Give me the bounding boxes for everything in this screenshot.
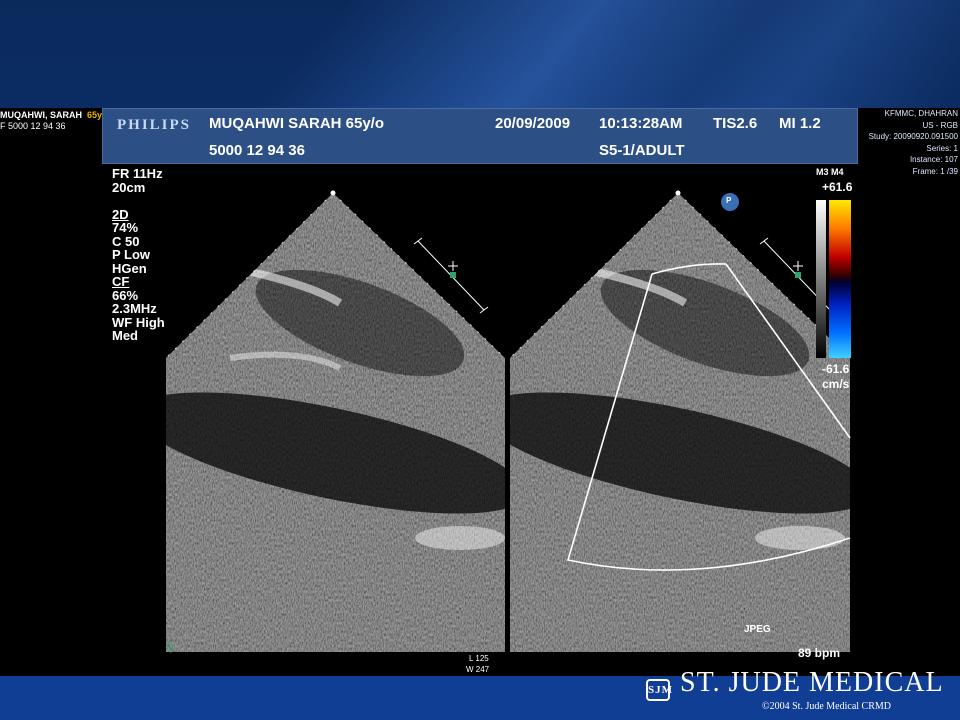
logo-text: ST. JUDE MEDICAL bbox=[680, 667, 944, 698]
param-power: P Low bbox=[112, 247, 151, 262]
philips-logo: PHILIPS bbox=[117, 117, 192, 133]
overlay-right-line: Instance: 107 bbox=[909, 155, 958, 164]
param-harmonic: HGen bbox=[112, 260, 147, 276]
sector-apex-marker bbox=[330, 190, 336, 196]
param-cf-gain: 66% bbox=[112, 287, 139, 303]
header-time: 10:13:28AM bbox=[599, 115, 683, 132]
overlay-right-line: Study: 20090920.091500 bbox=[868, 132, 958, 141]
exam-header-bar: PHILIPS MUQAHWI SARAH 65y/o 20/09/2009 1… bbox=[102, 108, 858, 164]
header-patient-id: 5000 12 94 36 bbox=[209, 142, 305, 159]
param-spacer bbox=[112, 194, 165, 208]
p-marker-label: P bbox=[726, 196, 732, 205]
imaging-parameters: FR 11Hz 20cm 2D 74% C 50 P Low HGen CF 6… bbox=[112, 167, 165, 343]
header-patient: MUQAHWI SARAH 65y/o bbox=[209, 115, 385, 132]
sjm-logo-icon: SJM bbox=[646, 679, 672, 701]
overlay-left: MUQAHWI, SARAH 65y/o F 5000 12 94 36 bbox=[0, 110, 110, 132]
color-scale-max: +61.6 bbox=[822, 180, 853, 194]
param-wall-filter-level: Med bbox=[112, 328, 138, 343]
left-sector bbox=[166, 193, 505, 652]
color-velocity-scale bbox=[816, 200, 851, 358]
color-scale-mode: M3 M4 bbox=[816, 167, 844, 177]
heart-rate: 89 bpm bbox=[798, 646, 841, 660]
param-compression: C 50 bbox=[112, 233, 140, 249]
header-mi: MI 1.2 bbox=[779, 115, 821, 132]
param-wall-filter: WF High bbox=[112, 314, 165, 330]
window-width: W 247 bbox=[466, 665, 490, 674]
color-scale-min: -61.6 bbox=[822, 362, 850, 376]
overlay-patient-id: F 5000 12 94 36 bbox=[0, 121, 66, 131]
overlay-right-line: Series: 1 bbox=[926, 143, 958, 153]
header-tis: TIS2.6 bbox=[713, 115, 758, 132]
copyright-text: ©2004 St. Jude Medical CRMD bbox=[762, 701, 891, 712]
header-date: 20/09/2009 bbox=[495, 115, 571, 132]
color-scale-unit: cm/s bbox=[822, 377, 850, 391]
param-frequency: 2.3MHz bbox=[112, 301, 157, 316]
window-level: L 125 bbox=[469, 654, 489, 663]
sector-apex-marker bbox=[675, 190, 681, 196]
st-jude-logo: SJM ST. JUDE MEDICAL bbox=[646, 667, 944, 701]
overlay-right-line: KFMMC, DHAHRAN bbox=[884, 109, 958, 118]
param-cf-heading: CF bbox=[112, 274, 130, 289]
overlay-patient-name: MUQAHWI, SARAH bbox=[0, 110, 82, 120]
overlay-right-line: US - RGB bbox=[922, 120, 958, 130]
header-probe: S5-1/ADULT bbox=[599, 142, 685, 159]
overlay-right: KFMMC, DHAHRAN US - RGB Study: 20090920.… bbox=[869, 108, 958, 177]
param-depth: 20cm bbox=[112, 179, 146, 195]
jpeg-label: JPEG bbox=[744, 624, 771, 635]
param-frame-rate: FR 11Hz bbox=[112, 166, 163, 181]
param-2d-heading: 2D bbox=[112, 206, 129, 222]
overlay-right-line: Frame: 1 /39 bbox=[912, 166, 958, 176]
param-2d-gain: 74% bbox=[112, 220, 139, 235]
